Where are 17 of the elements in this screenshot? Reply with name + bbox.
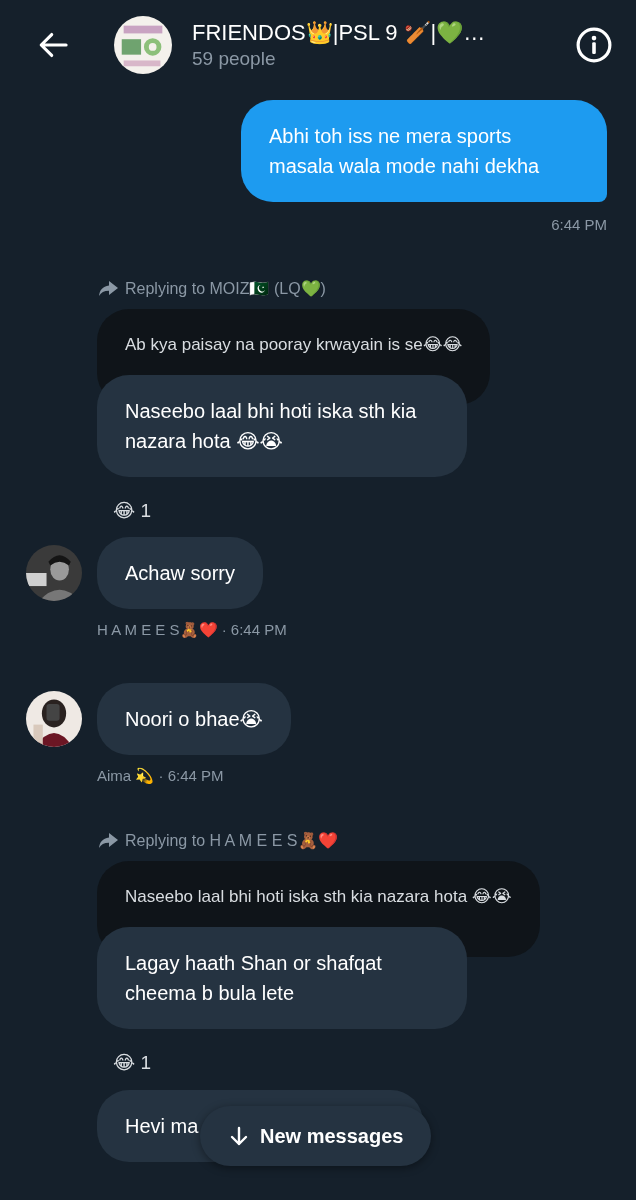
reply-label: Replying to H A M E E S🧸❤ [125, 830, 338, 850]
message-bubble: Noori o bhae😭 [97, 683, 291, 755]
message-time: 6:44 PM [551, 216, 607, 233]
info-icon[interactable] [576, 27, 612, 63]
group-name: FRIENDOS👑|PSL 9 🏏|💚… [192, 20, 487, 46]
member-count: 59 people [192, 48, 277, 70]
down-arrow-icon [228, 1125, 250, 1147]
message-bubble: Abhi toh iss ne mera sports masala wala mode nahi dekha [241, 100, 607, 202]
new-messages-button[interactable]: New messages [200, 1106, 432, 1166]
message-bubble: Lagay haath Shan or shafqat cheema b bula lete [97, 927, 467, 1029]
sender-time: Aima 💫 · 6:44 PM [96, 767, 224, 785]
message-bubble: Naseebo laal bhi hoti iska sth kia nazara hota 😂😭 [97, 375, 467, 477]
reply-label: Replying to MOIZ🇵🇰 (LQ💚) [125, 278, 326, 298]
reaction-badge[interactable]: 😂 1 [113, 499, 152, 522]
reaction-badge[interactable]: 😂 1 [113, 1051, 152, 1074]
message-bubble: Achaw sorry [97, 537, 264, 609]
sender-time: H A M E E S🧸❤ · 6:44 PM [96, 621, 287, 639]
